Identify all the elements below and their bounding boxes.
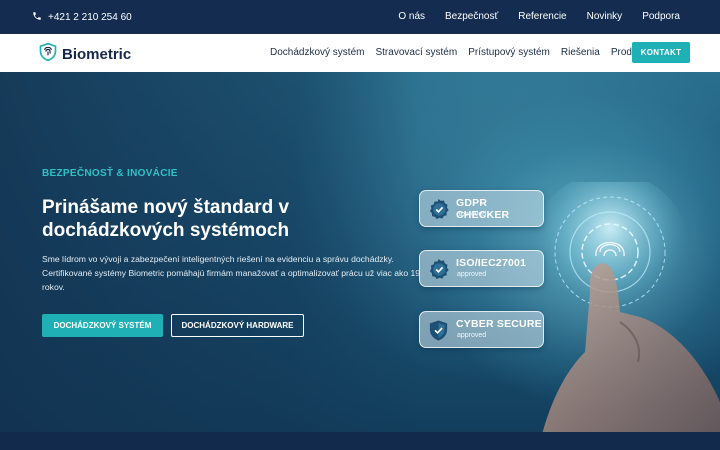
hero-section: BEZPEČNOSŤ & INOVÁCIE Prinášame nový šta… [0,72,720,432]
nav-pristupovy-system[interactable]: Prístupový systém [468,47,550,58]
hero-description: Sme lídrom vo vývoji a zabezpečení intel… [42,254,421,292]
main-header: Biometric Dochádzkový systém Stravovací … [0,34,720,72]
check-badge-icon [429,198,449,220]
logo[interactable]: Biometric [38,42,131,67]
phone-icon [32,11,42,24]
badge-title: CYBER SECURE [456,318,542,330]
contact-button[interactable]: KONTAKT [632,42,690,63]
top-nav-novinky[interactable]: Novinky [587,11,623,22]
top-bar: +421 2 210 254 60 O nás Bezpečnosť Refer… [0,0,720,34]
shield-logo-icon [38,42,58,67]
top-nav-referencie[interactable]: Referencie [518,11,566,22]
main-nav: Dochádzkový systém Stravovací systém Prí… [270,47,650,58]
badge-gdpr-checker: GDPR CHECKER approved [419,190,544,227]
nav-dochadzkovy-system[interactable]: Dochádzkový systém [270,47,364,58]
hero-eyebrow: BEZPEČNOSŤ & INOVÁCIE [42,168,178,179]
phone-number: +421 2 210 254 60 [48,12,132,23]
nav-riesenia[interactable]: Riešenia [561,47,600,58]
badge-title: ISO/IEC27001 [456,257,527,269]
top-nav-o-nas[interactable]: O nás [398,11,425,22]
attendance-system-button[interactable]: DOCHÁDZKOVÝ SYSTÉM [42,314,163,337]
hero-title: Prinášame nový štandard v dochádzkových … [42,197,290,241]
section-divider [0,432,720,450]
top-nav-bezpecnost[interactable]: Bezpečnosť [445,11,498,22]
shield-check-icon [429,320,448,341]
attendance-hardware-button[interactable]: DOCHÁDZKOVÝ HARDWARE [171,314,304,337]
logo-text: Biometric [62,46,132,63]
top-nav: O nás Bezpečnosť Referencie Novinky Podp… [398,11,680,22]
badge-subtitle: approved [457,332,487,339]
badge-cyber-secure: CYBER SECURE approved [419,311,544,348]
phone-contact[interactable]: +421 2 210 254 60 [32,11,132,24]
badge-iso-iec27001: ISO/IEC27001 approved [419,250,544,287]
check-badge-icon [429,258,449,280]
top-nav-podpora[interactable]: Podpora [642,11,680,22]
badge-subtitle: approved [457,211,487,218]
nav-stravovaci-system[interactable]: Stravovací systém [375,47,457,58]
badge-subtitle: approved [457,271,487,278]
